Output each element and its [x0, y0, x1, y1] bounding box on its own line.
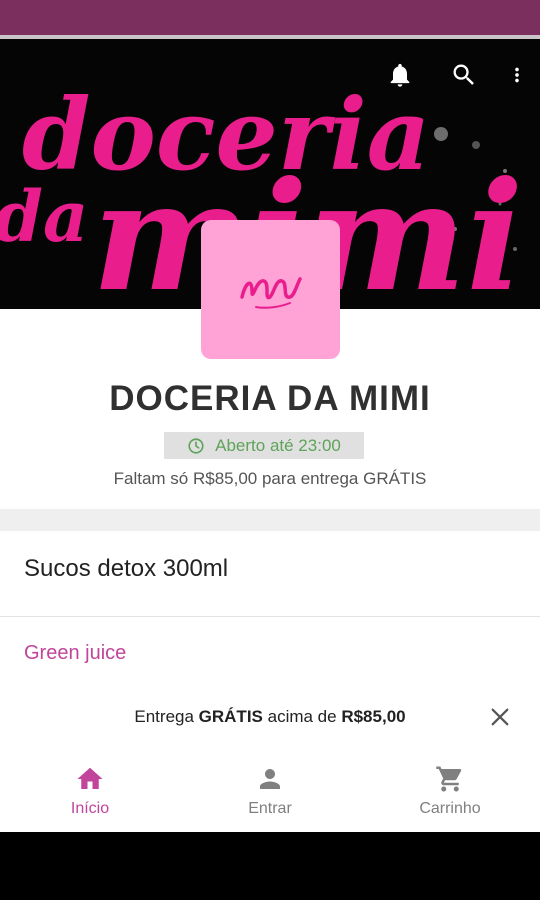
nav-label-inicio: Início: [70, 800, 110, 817]
nav-label-entrar: Entrar: [248, 800, 292, 817]
nav-item-carrinho[interactable]: Carrinho: [360, 752, 540, 832]
person-icon: [260, 769, 280, 789]
promo-text: Entrega GRÁTIS acima de R$85,00: [0, 707, 540, 727]
search-icon: [453, 64, 474, 85]
more-vert-icon: [515, 67, 519, 83]
category-title: Sucos detox 300ml: [24, 555, 229, 582]
promo-text-part-1: Entrega: [134, 707, 199, 726]
clock-icon: [188, 437, 204, 454]
close-icon: [491, 708, 509, 726]
product-item-green-juice[interactable]: Green juice: [24, 642, 126, 665]
more-options-button[interactable]: [506, 57, 528, 93]
store-logo: [201, 220, 340, 359]
store-name: DOCERIA DA MIMI: [109, 379, 431, 418]
cart-icon: [436, 766, 462, 792]
notifications-button[interactable]: [378, 57, 422, 93]
app-screen: doceria da mimi: [0, 39, 540, 832]
store-logo-monogram: [239, 276, 302, 309]
promo-text-free: GRÁTIS: [198, 707, 263, 726]
open-status-text: Aberto até 23:00: [215, 435, 341, 455]
banner-line-2: da: [0, 175, 88, 258]
header-actions: [378, 57, 528, 93]
free-delivery-banner: Entrega GRÁTIS acima de R$85,00: [0, 689, 540, 747]
status-bar: [0, 0, 540, 35]
open-status-badge: Aberto até 23:00: [164, 432, 364, 459]
nav-item-inicio[interactable]: Início: [0, 752, 180, 832]
promo-text-amount: R$85,00: [341, 707, 406, 726]
free-delivery-info: Faltam só R$85,00 para entrega GRÁTIS: [113, 469, 427, 488]
section-separator: [0, 509, 540, 531]
nav-label-carrinho: Carrinho: [419, 800, 481, 817]
category-divider: [0, 616, 540, 617]
close-promo-button[interactable]: [486, 703, 514, 731]
bottom-navigation: Início Entrar Carrinho: [0, 752, 540, 832]
bell-icon: [390, 63, 410, 87]
nav-item-entrar[interactable]: Entrar: [180, 752, 360, 832]
search-button[interactable]: [442, 57, 486, 93]
home-icon: [77, 767, 103, 789]
promo-text-part-3: acima de: [262, 707, 342, 726]
